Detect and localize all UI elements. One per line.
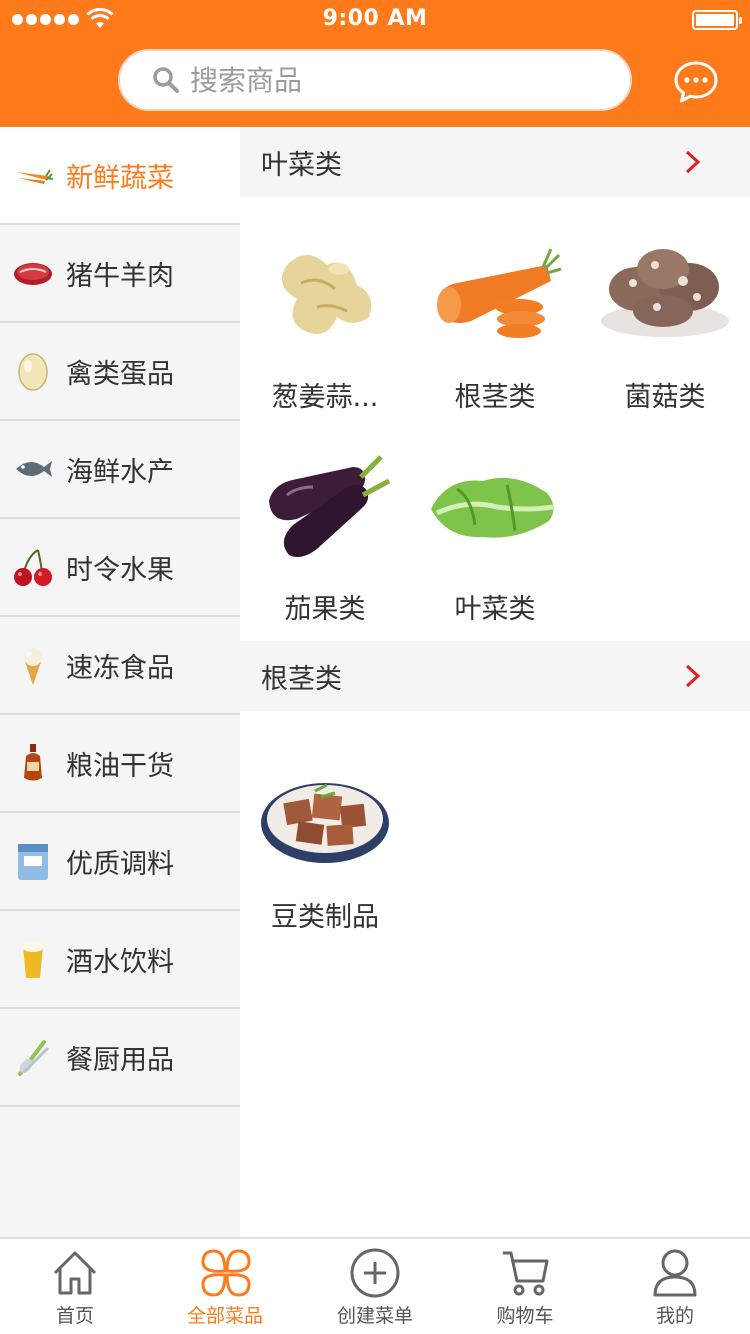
tab-label: 创建菜单 [336, 1305, 413, 1327]
product-item-solanaceous[interactable]: 茄果类 [240, 429, 410, 641]
meat-icon [14, 263, 52, 285]
product-item-bean-products[interactable]: 豆类制品 [240, 737, 410, 949]
sidebar-item-fresh-vegetables[interactable]: 新鲜蔬菜 [0, 127, 240, 225]
mushroom-icon [601, 249, 729, 337]
ice-cream-icon [24, 648, 42, 685]
tab-create-menu[interactable]: 创建菜单 [300, 1239, 450, 1334]
sidebar-item-poultry-eggs[interactable]: 禽类蛋品 [0, 323, 240, 421]
sidebar-item-frozen-food[interactable]: 速冻食品 [0, 617, 240, 715]
beer-icon [22, 942, 44, 978]
product-label: 根茎类 [454, 382, 536, 413]
product-item-leafy-greens[interactable]: 叶菜类 [410, 429, 580, 641]
sidebar-item-drinks[interactable]: 酒水饮料 [0, 911, 240, 1009]
sidebar-item-seafood[interactable]: 海鲜水产 [0, 421, 240, 519]
sidebar-item-label: 餐厨用品 [66, 1044, 174, 1076]
home-icon [53, 1251, 97, 1295]
section-title: 叶菜类 [261, 149, 342, 181]
tab-profile[interactable]: 我的 [600, 1239, 750, 1334]
product-item-mushrooms[interactable]: 菌菇类 [580, 217, 750, 429]
plus-circle-icon [350, 1248, 400, 1298]
section-title: 根茎类 [261, 663, 342, 695]
product-grid: 豆类制品 [240, 711, 750, 949]
search-icon [153, 67, 179, 93]
product-label: 豆类制品 [271, 902, 379, 933]
tab-cart[interactable]: 购物车 [450, 1239, 600, 1334]
tab-label: 首页 [55, 1305, 94, 1327]
sidebar-item-grain-oil[interactable]: 粮油干货 [0, 715, 240, 813]
tab-label: 购物车 [496, 1305, 554, 1327]
sidebar-item-label: 禽类蛋品 [66, 358, 174, 390]
sidebar-item-meat[interactable]: 猪牛羊肉 [0, 225, 240, 323]
eggplant-icon [269, 455, 391, 557]
product-item-root-vegetables[interactable]: 根茎类 [410, 217, 580, 429]
carrot-slices-icon [437, 248, 562, 338]
oil-bottle-icon [24, 744, 42, 781]
sidebar-item-label: 粮油干货 [66, 750, 174, 782]
sidebar-item-label: 猪牛羊肉 [66, 260, 174, 292]
product-grid: 葱姜蒜... 根茎类 菌菇类 茄果类 叶菜类 [240, 197, 750, 641]
cart-icon [503, 1251, 549, 1296]
product-label: 叶菜类 [454, 594, 536, 625]
bottom-tab-bar: 首页 全部菜品 创建菜单 购物车 我的 [0, 1237, 750, 1334]
sidebar-item-fruit[interactable]: 时令水果 [0, 519, 240, 617]
lettuce-icon [431, 477, 554, 538]
tab-label: 全部菜品 [186, 1305, 263, 1327]
tofu-bowl-icon [261, 783, 389, 863]
product-label: 葱姜蒜... [271, 382, 379, 413]
user-icon [653, 1249, 697, 1297]
section-header-root[interactable]: 根茎类 [240, 641, 750, 711]
cherry-icon [14, 549, 52, 586]
message-icon[interactable] [672, 58, 720, 106]
battery-icon [692, 10, 742, 30]
salt-bag-icon [18, 844, 48, 880]
sidebar-item-label: 新鲜蔬菜 [66, 162, 174, 194]
product-item-onion-ginger-garlic[interactable]: 葱姜蒜... [240, 217, 410, 429]
chevron-right-icon [685, 664, 701, 688]
clover-icon [201, 1249, 251, 1297]
status-time: 9:00 AM [322, 6, 428, 31]
chevron-right-icon [685, 150, 701, 174]
section-header-leafy[interactable]: 叶菜类 [240, 127, 750, 197]
utensils-icon [18, 1040, 50, 1076]
sidebar-item-seasoning[interactable]: 优质调料 [0, 813, 240, 911]
fish-icon [16, 461, 52, 477]
carrot-icon [16, 169, 54, 184]
ginger-icon [281, 255, 372, 334]
sidebar-item-label: 时令水果 [66, 554, 174, 586]
tab-label: 我的 [655, 1305, 694, 1327]
sidebar-item-label: 海鲜水产 [66, 456, 174, 488]
sidebar-item-label: 酒水饮料 [66, 946, 174, 978]
tab-all-dishes[interactable]: 全部菜品 [150, 1239, 300, 1334]
status-bar: 9:00 AM [0, 0, 750, 40]
product-label: 菌菇类 [624, 382, 706, 413]
sidebar-item-kitchenware[interactable]: 餐厨用品 [0, 1009, 240, 1107]
sidebar-item-label: 优质调料 [66, 848, 174, 880]
egg-icon [18, 353, 48, 391]
search-input[interactable] [190, 63, 570, 97]
app-header: 9:00 AM [0, 0, 750, 127]
product-label: 茄果类 [284, 594, 366, 625]
tab-home[interactable]: 首页 [0, 1239, 150, 1334]
category-sidebar: 新鲜蔬菜 猪牛羊肉 禽类蛋品 海鲜水产 时令水果 速冻食品 粮油干货 优质调料 … [0, 127, 240, 1237]
search-bar[interactable] [118, 49, 632, 111]
category-content: 叶菜类 葱姜蒜... 根茎类 菌菇类 茄果类 叶菜类 根茎类 豆类制品 [240, 127, 750, 1237]
sidebar-item-label: 速冻食品 [66, 652, 174, 684]
